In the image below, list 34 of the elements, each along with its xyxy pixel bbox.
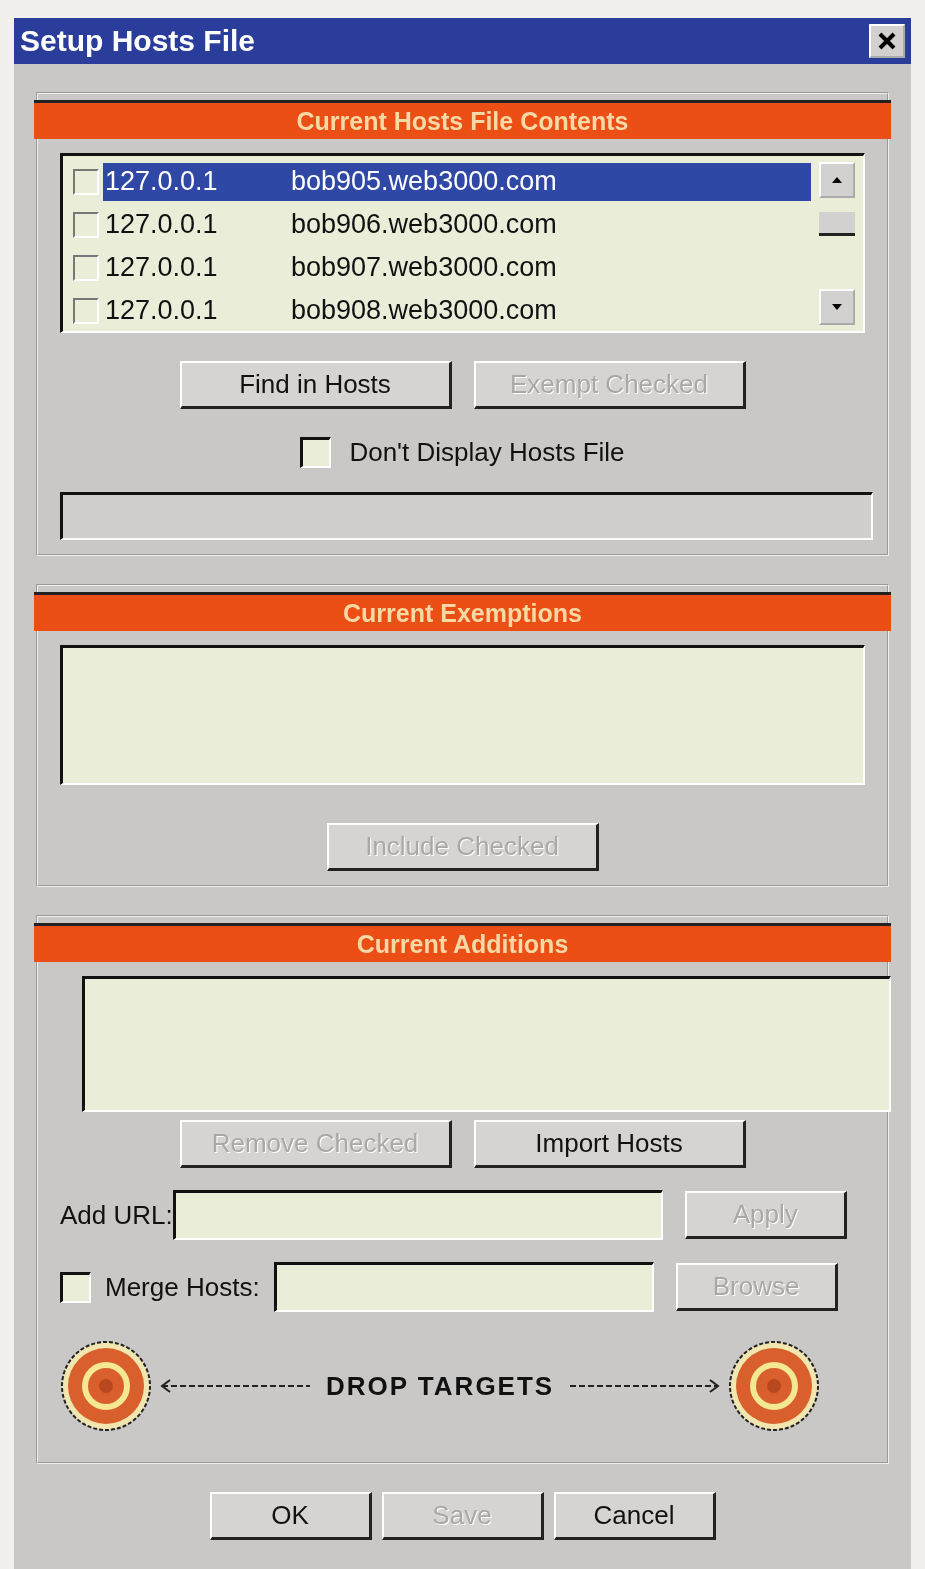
field-label: Add URL: xyxy=(60,1199,173,1231)
checkbox-label: Don't Display Hosts File xyxy=(349,437,625,468)
scroll-thumb[interactable] xyxy=(819,211,855,236)
down-arrow-icon xyxy=(831,303,843,311)
section-header: Current Exemptions xyxy=(34,592,891,631)
window-title: Setup Hosts File xyxy=(20,24,256,58)
checkbox[interactable] xyxy=(60,1271,91,1303)
host-entry[interactable]: 127.0.0.1 bob907.web3000.com xyxy=(103,248,811,287)
host-entry[interactable]: 127.0.0.1 bob905.web3000.com xyxy=(103,162,811,201)
left-arrow-icon xyxy=(160,1378,310,1394)
dialog-button[interactable]: OK xyxy=(209,1492,372,1540)
section-header: Current Additions xyxy=(34,923,891,962)
merge-input-field[interactable] xyxy=(273,1262,654,1312)
checkbox-label: Merge Hosts: xyxy=(105,1271,260,1303)
host-entry[interactable]: 127.0.0.1 bob906.web3000.com xyxy=(103,205,811,244)
checkbox[interactable] xyxy=(300,437,332,468)
dialog-button[interactable]: Cancel xyxy=(553,1492,716,1540)
action-button[interactable]: Import Hosts xyxy=(473,1120,746,1168)
scroll-up-button[interactable] xyxy=(819,162,855,198)
action-button[interactable]: Find in Hosts xyxy=(179,361,452,409)
right-arrow-icon xyxy=(570,1378,721,1394)
row-checkbox[interactable] xyxy=(73,168,99,195)
row-checkbox[interactable] xyxy=(73,254,99,281)
row-checkbox[interactable] xyxy=(73,211,99,238)
target-icon[interactable] xyxy=(728,1340,821,1432)
drop-targets-label: DROP TARGETS xyxy=(326,1370,555,1402)
url-input-field[interactable] xyxy=(172,1190,663,1240)
host-entry[interactable]: 127.0.0.1 bob908.web3000.com xyxy=(103,291,811,330)
row-checkbox[interactable] xyxy=(73,297,99,324)
up-arrow-icon xyxy=(831,176,843,184)
scroll-down-button[interactable] xyxy=(819,289,855,325)
close-button[interactable] xyxy=(869,24,905,58)
target-icon[interactable] xyxy=(60,1340,152,1432)
section-header: Current Hosts File Contents xyxy=(34,100,891,139)
